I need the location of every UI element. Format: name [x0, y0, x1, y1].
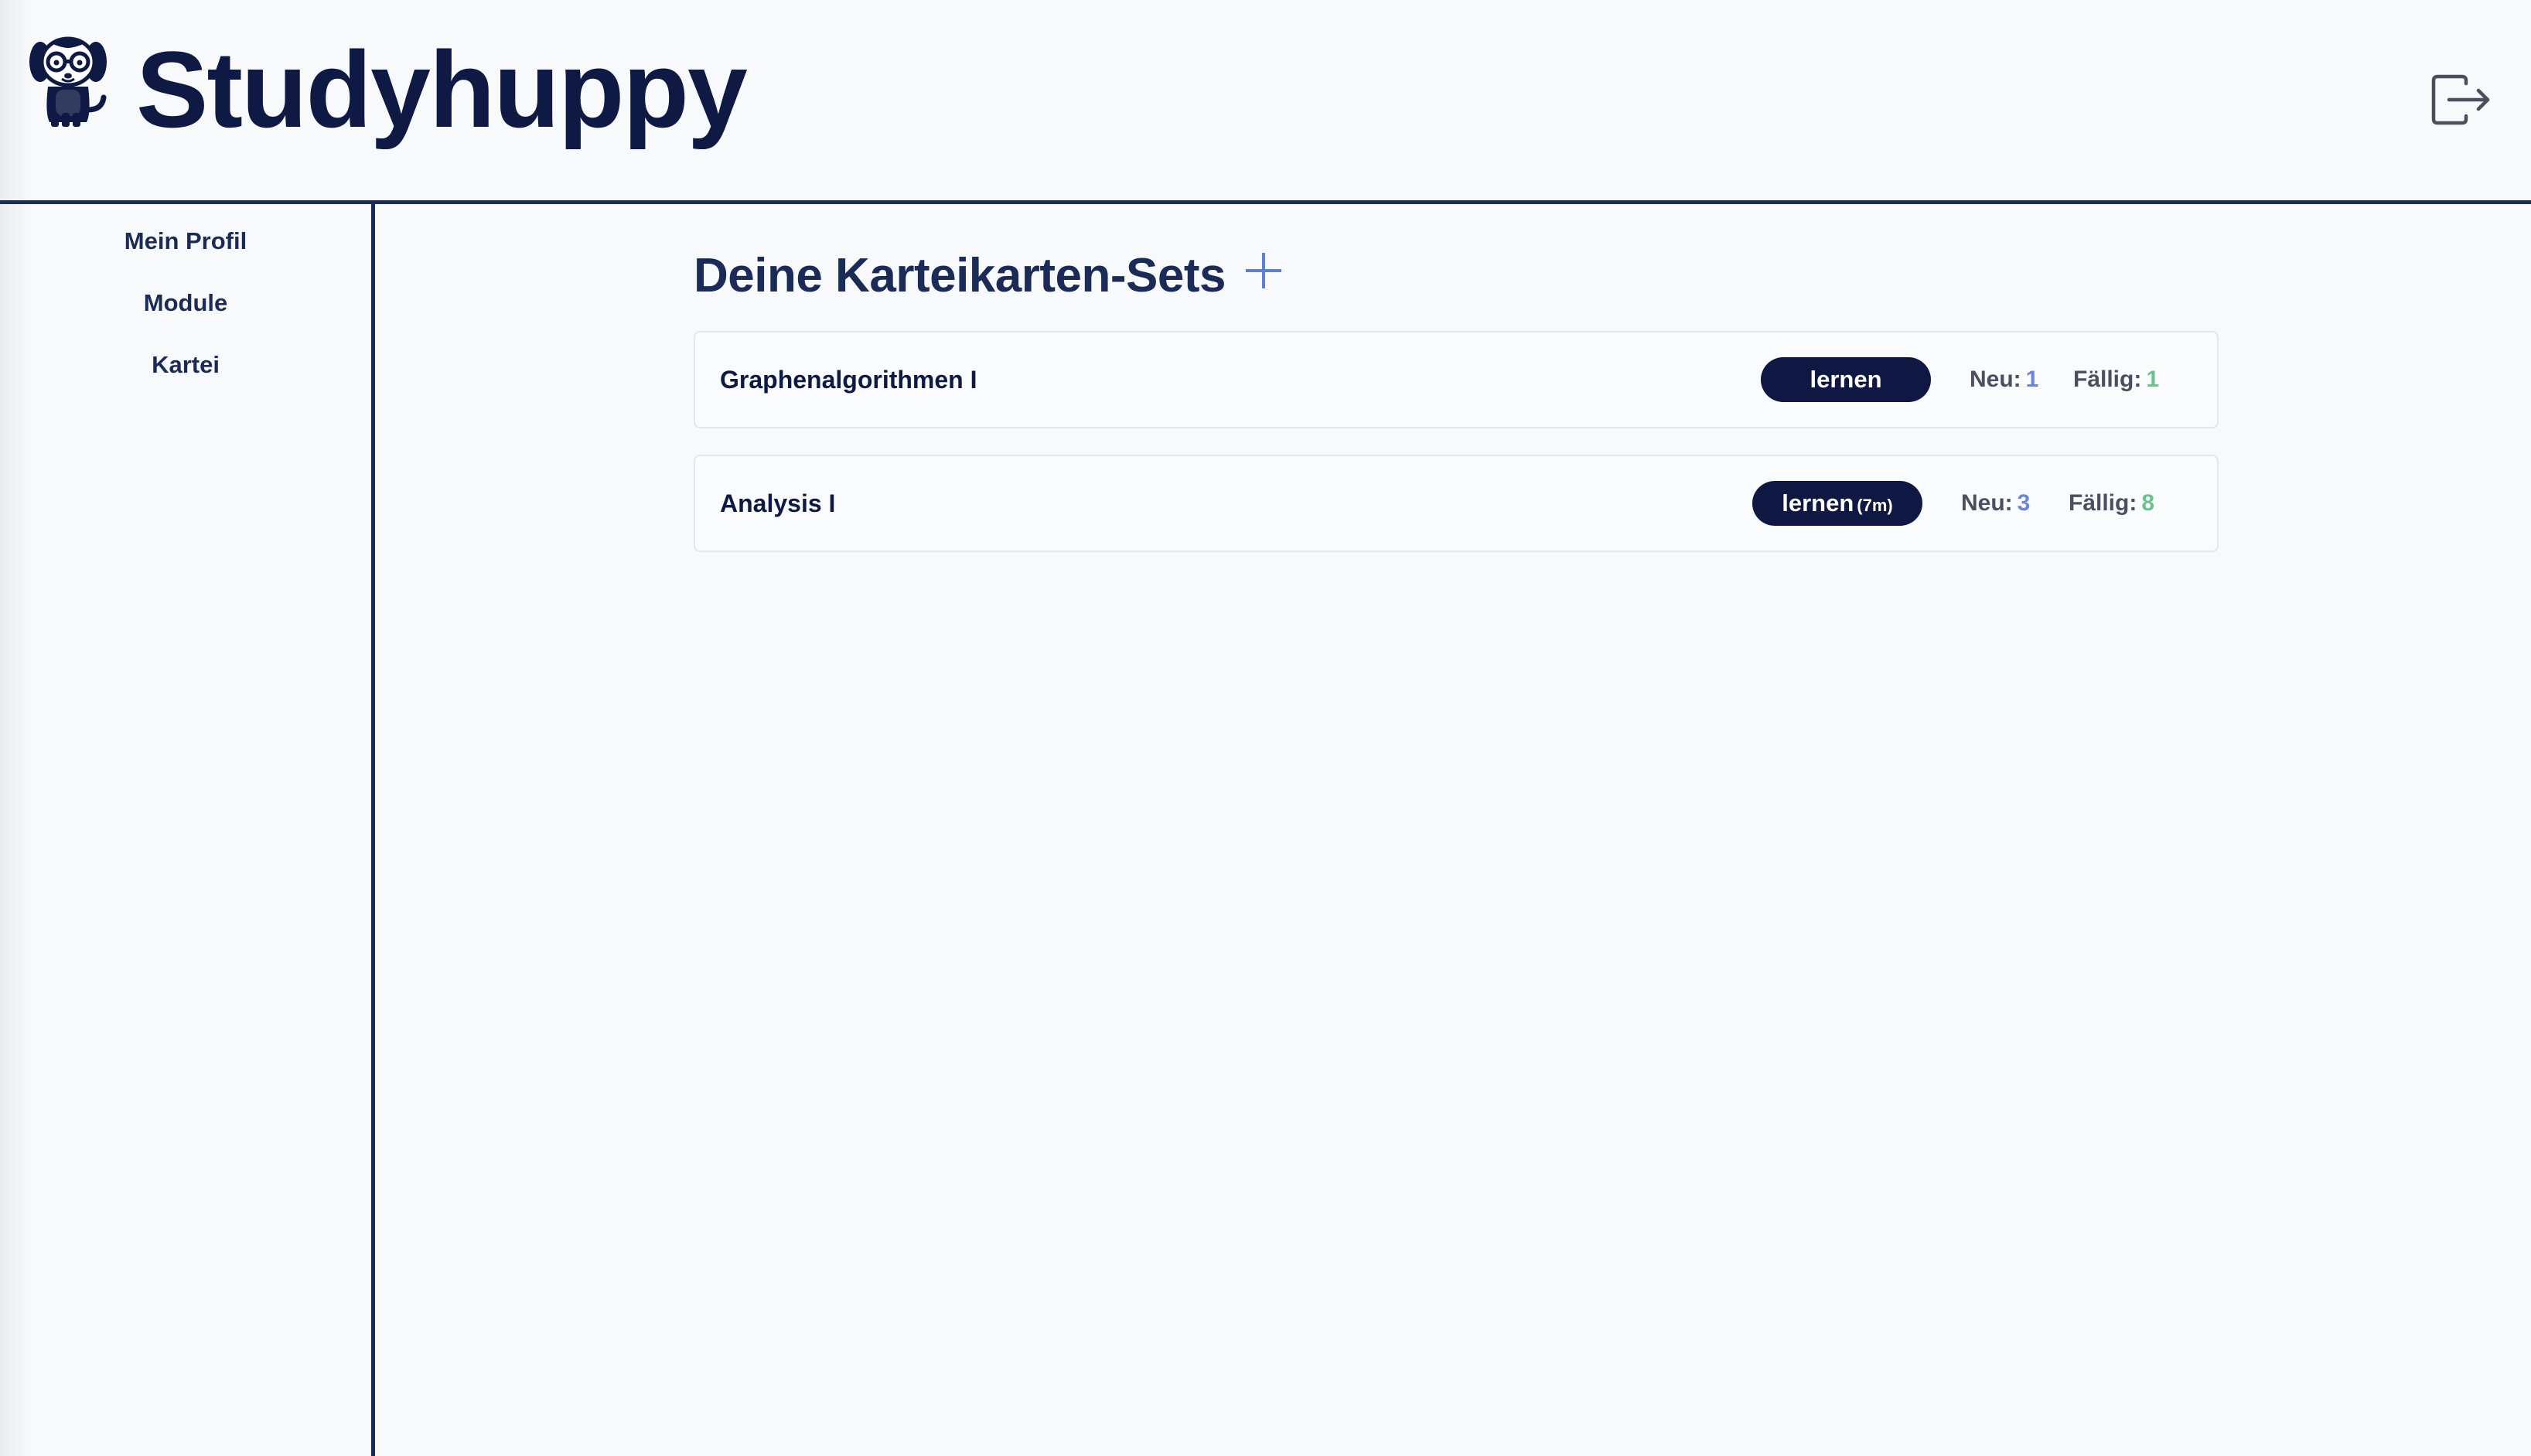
learn-button[interactable]: lernen	[1761, 357, 1931, 402]
new-count-stat: Neu: 3	[1961, 456, 2030, 551]
dog-with-glasses-icon[interactable]	[28, 36, 108, 128]
plus-icon[interactable]	[1244, 251, 1283, 290]
flashcard-set-row[interactable]: Analysis I lernen (7m) Neu: 3 Fällig: 8	[694, 455, 2219, 552]
sidebar-item-module[interactable]: Module	[0, 288, 371, 319]
top-header: Studyhuppy	[0, 0, 2531, 204]
set-name: Graphenalgorithmen I	[720, 366, 977, 394]
app-root: Studyhuppy Mein Profil Module Kartei Dei…	[0, 0, 2531, 1456]
sidebar-item-mein-profil[interactable]: Mein Profil	[0, 226, 371, 257]
due-count: 1	[2146, 367, 2160, 392]
learn-button[interactable]: lernen (7m)	[1752, 481, 1922, 526]
learn-button-label: lernen	[1810, 366, 1882, 393]
new-label: Neu:	[1970, 367, 2021, 392]
sidebar-item-kartei[interactable]: Kartei	[0, 350, 371, 380]
brand-title: Studyhuppy	[136, 29, 748, 150]
flashcard-set-row[interactable]: Graphenalgorithmen I lernen Neu: 1 Fällig…	[694, 331, 2219, 428]
title-row: Deine Karteikarten-Sets	[694, 244, 1283, 306]
new-count: 3	[2017, 490, 2031, 516]
set-name: Analysis I	[720, 489, 836, 517]
due-count-stat: Fällig: 1	[2073, 332, 2159, 427]
sidebar-nav: Mein Profil Module Kartei	[0, 204, 371, 380]
new-count: 1	[2025, 367, 2039, 392]
learn-duration: (7m)	[1857, 496, 1893, 515]
due-label: Fällig:	[2069, 490, 2137, 516]
page-title: Deine Karteikarten-Sets	[694, 248, 1226, 302]
due-count: 8	[2141, 490, 2155, 516]
logout-icon[interactable]	[2430, 74, 2492, 125]
new-label: Neu:	[1961, 490, 2013, 516]
new-count-stat: Neu: 1	[1970, 332, 2038, 427]
sidebar: Mein Profil Module Kartei	[0, 204, 375, 1456]
due-count-stat: Fällig: 8	[2069, 456, 2154, 551]
learn-button-label: lernen	[1782, 489, 1854, 517]
due-label: Fällig:	[2073, 367, 2142, 392]
